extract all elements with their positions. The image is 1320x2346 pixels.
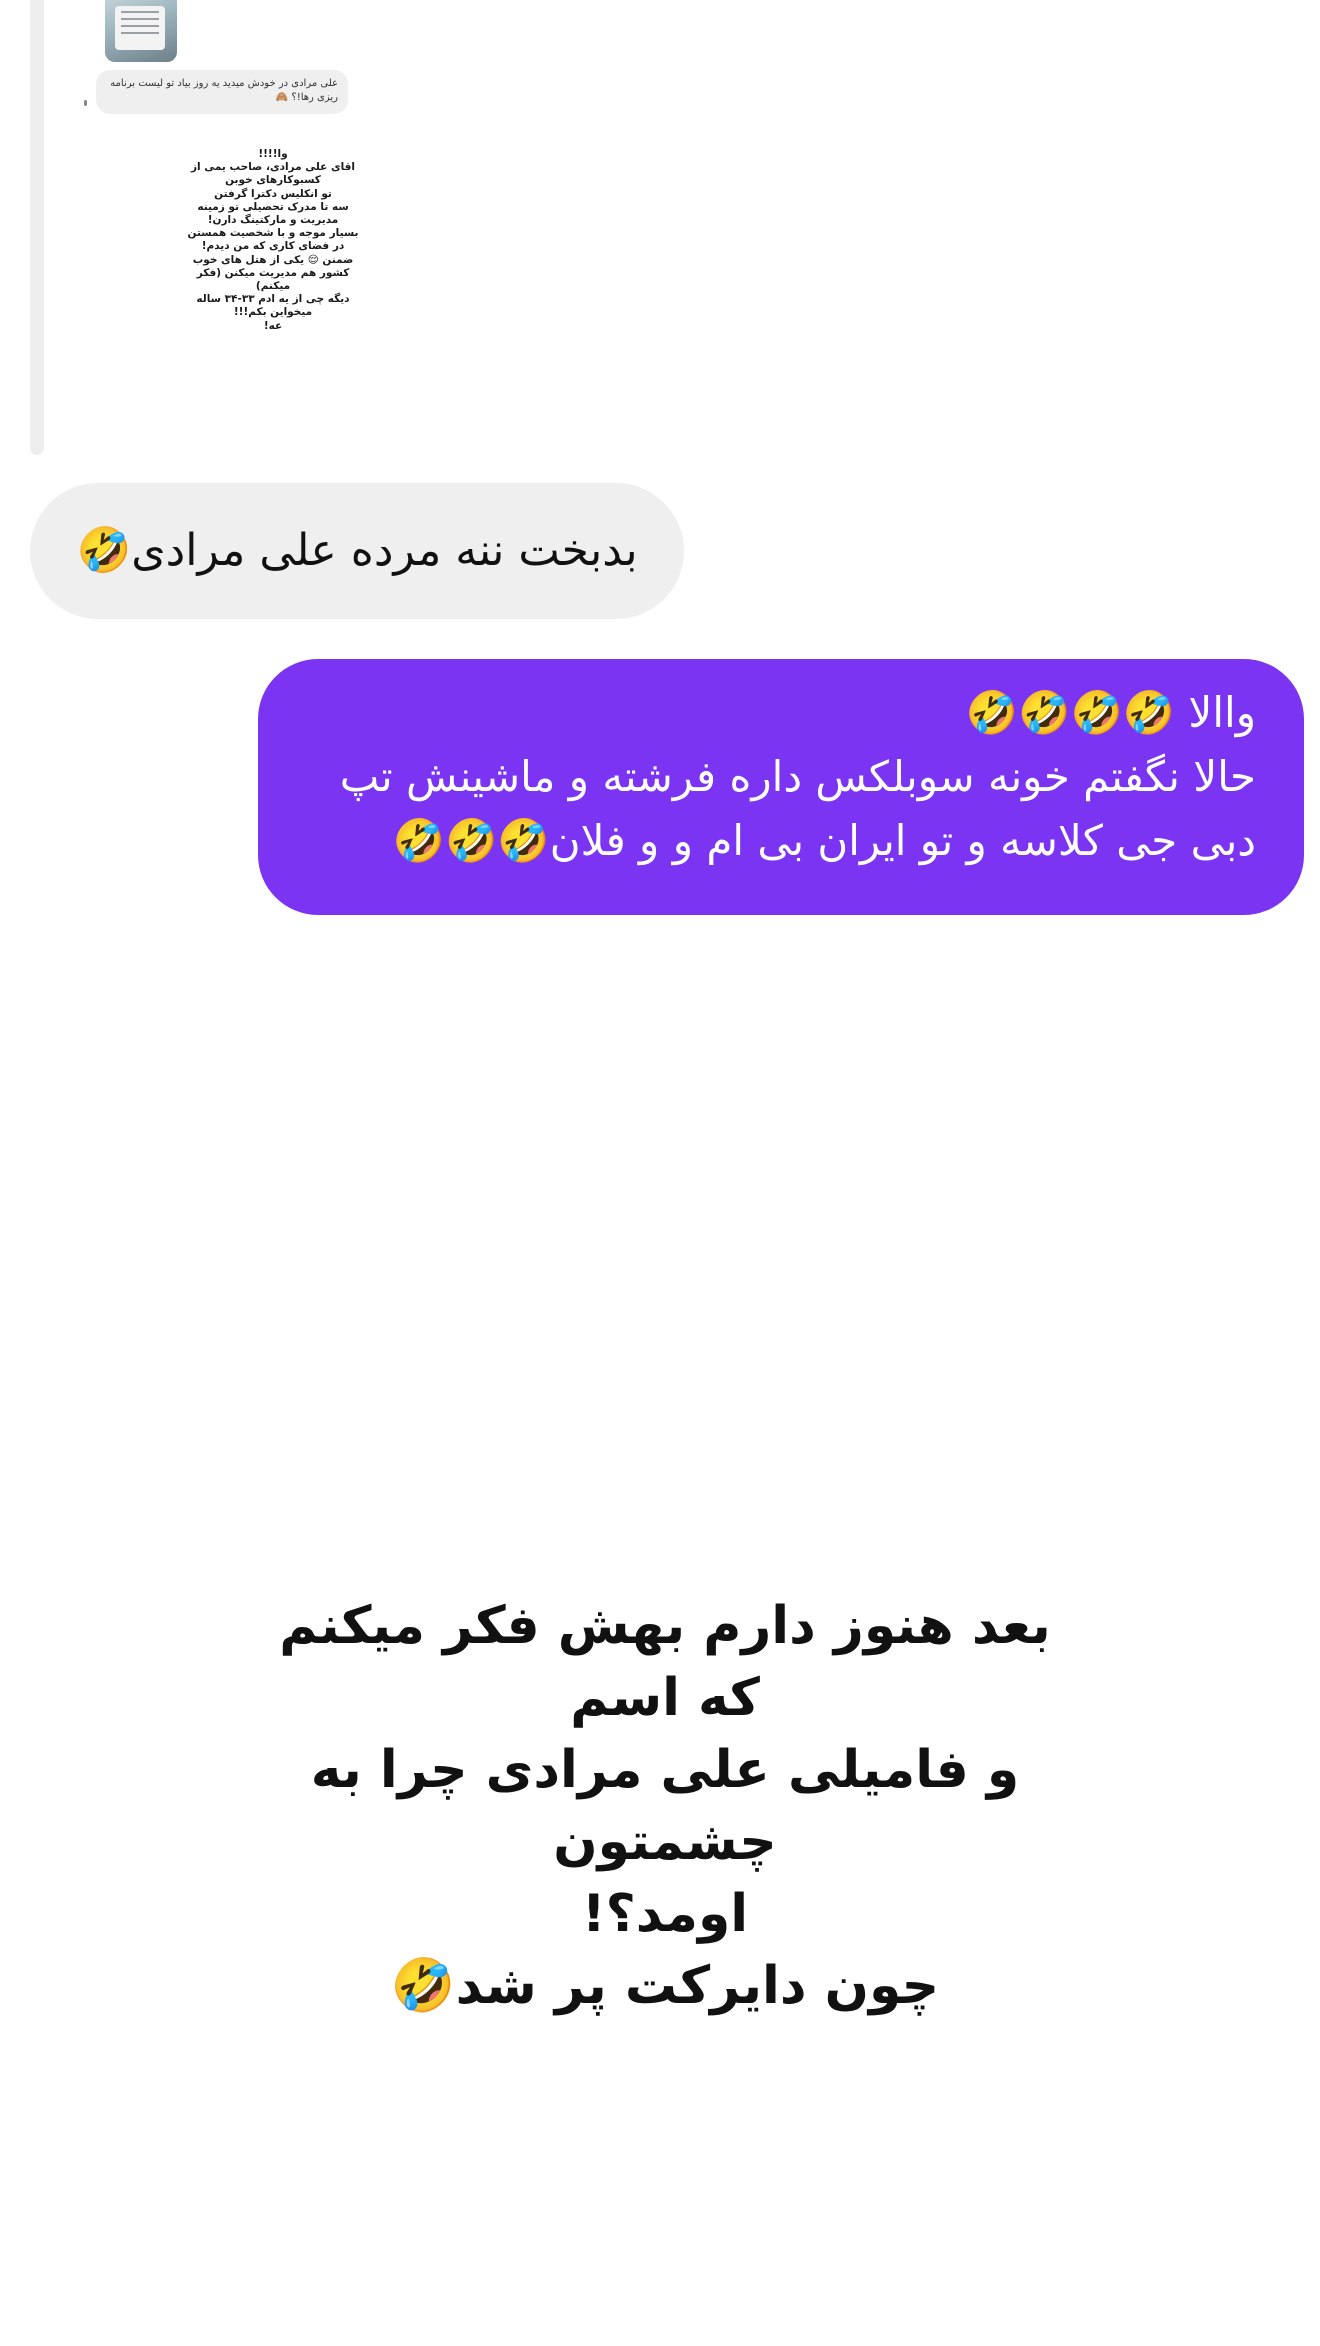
- reply-indicator-mark: [84, 100, 87, 106]
- story-caption-text: بعد هنوز دارم بهش فکر میکنم که اسم و فام…: [279, 1596, 1051, 2016]
- story-reply-bubble[interactable]: علی مرادی در خودش میدید یه روز بیاد تو ل…: [96, 70, 348, 114]
- received-message-text: بدبخت ننه مرده علی مرادی🤣: [76, 525, 638, 576]
- story-text-preview[interactable]: وا!!!! اقای علی مرادی، صاحب یمی از کسبوک…: [178, 148, 368, 333]
- received-message-bubble[interactable]: بدبخت ننه مرده علی مرادی🤣: [30, 483, 684, 619]
- sent-message-bubble[interactable]: واالا 🤣🤣🤣🤣 حالا نگفتم خونه سوبلکس داره ف…: [258, 659, 1304, 915]
- story-thumbnail-image[interactable]: [105, 0, 177, 62]
- story-reply-quote-bar: [30, 0, 44, 455]
- story-thumbnail-card: [115, 6, 165, 50]
